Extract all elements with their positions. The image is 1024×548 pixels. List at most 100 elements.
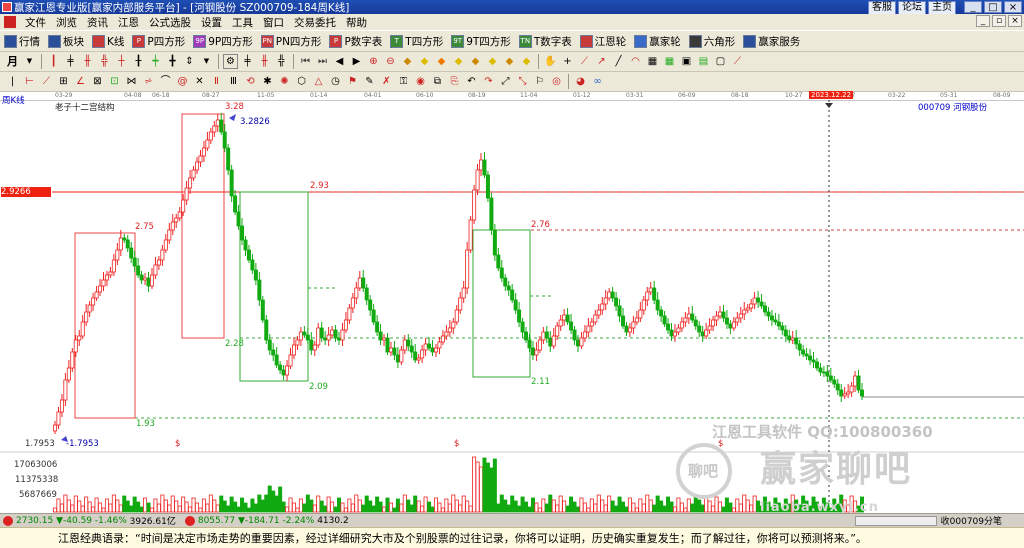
menu-browse[interactable]: 浏览 (51, 15, 82, 30)
dropdown-arrow-icon[interactable]: ▼ (22, 54, 37, 69)
toolbar-item-gann-wheel[interactable]: 江恩轮 (576, 34, 631, 49)
gann-lock-icon[interactable]: ⚿ (396, 74, 411, 89)
arrow-updown-icon[interactable]: ⇕ (182, 54, 197, 69)
mixed-candle-icon[interactable]: ╋ (165, 54, 180, 69)
ticker-scroll[interactable] (854, 515, 937, 526)
tower-chart-icon[interactable]: ╬ (97, 54, 112, 69)
toolbar-item-9t-square[interactable]: 9T 9T四方形 (447, 34, 515, 49)
shanghai-index-icon[interactable] (3, 515, 13, 526)
left-arrow-icon[interactable]: ◀ (332, 54, 347, 69)
settings-icon[interactable]: ⚙ (223, 54, 238, 69)
month-period-icon[interactable]: 月 (5, 54, 20, 69)
menu-trade[interactable]: 交易委托 (289, 15, 341, 30)
gann-clock-icon[interactable]: ◷ (328, 74, 343, 89)
diamond-gold-icon[interactable]: ◆ (417, 54, 432, 69)
maximize-button[interactable]: □ (984, 1, 1002, 13)
gann-square-icon[interactable]: ⊡ (107, 74, 122, 89)
toolbar-item-kline[interactable]: K线 (88, 34, 128, 49)
gann-undo-icon[interactable]: ↶ (464, 74, 479, 89)
gann-arc-icon[interactable]: ⌒ (158, 74, 173, 89)
first-page-icon[interactable]: ⏮ (298, 54, 313, 69)
gann-mark-icon[interactable]: ⚑ (345, 74, 360, 89)
minimize-button[interactable]: _ (964, 1, 982, 13)
pointer-icon[interactable]: | (5, 74, 20, 89)
gann-expand-icon[interactable]: ⤢ (498, 74, 513, 89)
ruler-tool-icon[interactable]: ▤ (696, 54, 711, 69)
toolbar-item-pn-square[interactable]: PN PN四方形 (257, 34, 326, 49)
gann-color-icon[interactable]: ◉ (413, 74, 428, 89)
cycle-tool-icon[interactable]: ◠ (628, 54, 643, 69)
gann-level-icon[interactable]: ⩫ (141, 74, 156, 89)
shenzhen-index-icon[interactable] (184, 515, 195, 526)
gann-channel-icon[interactable]: ⋈ (124, 74, 139, 89)
diamond-orange-icon[interactable]: ◆ (434, 54, 449, 69)
ray-tool-icon[interactable]: ↗ (594, 54, 609, 69)
gann-star-icon[interactable]: ✱ (260, 74, 275, 89)
menu-gann[interactable]: 江恩 (113, 15, 144, 30)
line-tool-icon[interactable]: ⟋ (577, 54, 592, 69)
gann-box-icon[interactable]: ⊠ (90, 74, 105, 89)
gann-redo-icon[interactable]: ↷ (481, 74, 496, 89)
gann-delete-icon[interactable]: ✗ (379, 74, 394, 89)
diamond-amber-icon[interactable]: ◆ (485, 54, 500, 69)
gann-target-icon[interactable]: ◎ (549, 74, 564, 89)
fib-tool-icon[interactable]: ▦ (662, 54, 677, 69)
kline-chart-panel[interactable]: 周K线 老子十二宫结构 000709 河钢股份 2.9266 3.28 3.28… (0, 96, 1024, 515)
menu-settings[interactable]: 设置 (196, 15, 227, 30)
toolbar-item-blocks[interactable]: 板块 (44, 34, 88, 49)
gann-spiral-icon[interactable]: @ (175, 74, 190, 89)
box-tool-icon[interactable]: ▣ (679, 54, 694, 69)
menu-window[interactable]: 窗口 (258, 15, 289, 30)
gann-hexagon-tool-icon[interactable]: ⬡ (294, 74, 309, 89)
dropdown-arrow-icon[interactable]: ▼ (199, 54, 214, 69)
toolbar-item-t-number-table[interactable]: TN T数字表 (515, 34, 576, 49)
hand-icon[interactable]: ✋ (543, 54, 558, 69)
menu-file[interactable]: 文件 (20, 15, 51, 30)
zoom-out-icon[interactable]: ⊖ (383, 54, 398, 69)
square-tool-icon[interactable]: ▢ (713, 54, 728, 69)
menu-tools[interactable]: 工具 (227, 15, 258, 30)
crosshair-icon[interactable]: + (560, 54, 575, 69)
toolbar-item-winner-service[interactable]: 赢家服务 (739, 34, 804, 49)
zoom-in-icon[interactable]: ⊕ (366, 54, 381, 69)
diamond-brown-icon[interactable]: ◆ (468, 54, 483, 69)
gann-triangle-icon[interactable]: △ (311, 74, 326, 89)
ohlc-icon[interactable]: ┼ (114, 54, 129, 69)
diamond-yellow-icon[interactable]: ◆ (519, 54, 534, 69)
gann-wheel-tool-icon[interactable]: ✺ (277, 74, 292, 89)
toolbar-item-p-number-table[interactable]: P P数字表 (325, 34, 386, 49)
gann-flag-icon[interactable]: ⚐ (532, 74, 547, 89)
toolbar-item-table[interactable]: 行情 (0, 34, 44, 49)
gann-angle-icon[interactable]: ∠ (73, 74, 88, 89)
gann-cycle-icon[interactable]: ⟲ (243, 74, 258, 89)
toolbar-item-p-square[interactable]: P P四方形 (128, 34, 189, 49)
menu-info[interactable]: 资讯 (82, 15, 113, 30)
gann-note-icon[interactable]: ✎ (362, 74, 377, 89)
tick-data-label[interactable]: 收000709分笔 (941, 514, 1002, 527)
period-icon[interactable]: ╬ (274, 54, 289, 69)
toolbar-item-hexagon[interactable]: 六角形 (685, 34, 740, 49)
gann-line-icon[interactable]: ⊢ (22, 74, 37, 89)
mdi-close-button[interactable]: × (1008, 15, 1022, 27)
toolbar-item-t-square[interactable]: T T四方形 (386, 34, 447, 49)
gann-paste-icon[interactable]: ⎘ (447, 74, 462, 89)
line-chart-icon[interactable]: ╫ (80, 54, 95, 69)
pie-chart-icon[interactable]: ◕ (573, 74, 588, 89)
gann-copy-icon[interactable]: ⧉ (430, 74, 445, 89)
customer-service-link[interactable]: 客服 (868, 1, 896, 15)
hollow-candle-icon[interactable]: ╂ (131, 54, 146, 69)
right-arrow-icon[interactable]: ▶ (349, 54, 364, 69)
gann-fan-icon[interactable]: ⟋ (39, 74, 54, 89)
grid-tool-icon[interactable]: ▦ (645, 54, 660, 69)
homepage-link[interactable]: 主页 (928, 1, 956, 15)
diamond-gold-icon[interactable]: ◆ (502, 54, 517, 69)
gann-cross-icon[interactable]: ✕ (192, 74, 207, 89)
gann-price-icon[interactable]: Ⅲ (226, 74, 241, 89)
diamond-red-icon[interactable]: ◆ (400, 54, 415, 69)
forum-link[interactable]: 论坛 (898, 1, 926, 15)
toolbar-item-9p-square[interactable]: 9P 9P四方形 (189, 34, 257, 49)
toolbar-item-winner-wheel[interactable]: 赢家轮 (630, 34, 685, 49)
channel-tool-icon[interactable]: ╱ (611, 54, 626, 69)
mdi-minimize-button[interactable]: _ (976, 15, 990, 27)
app-menu-icon[interactable] (4, 16, 16, 28)
